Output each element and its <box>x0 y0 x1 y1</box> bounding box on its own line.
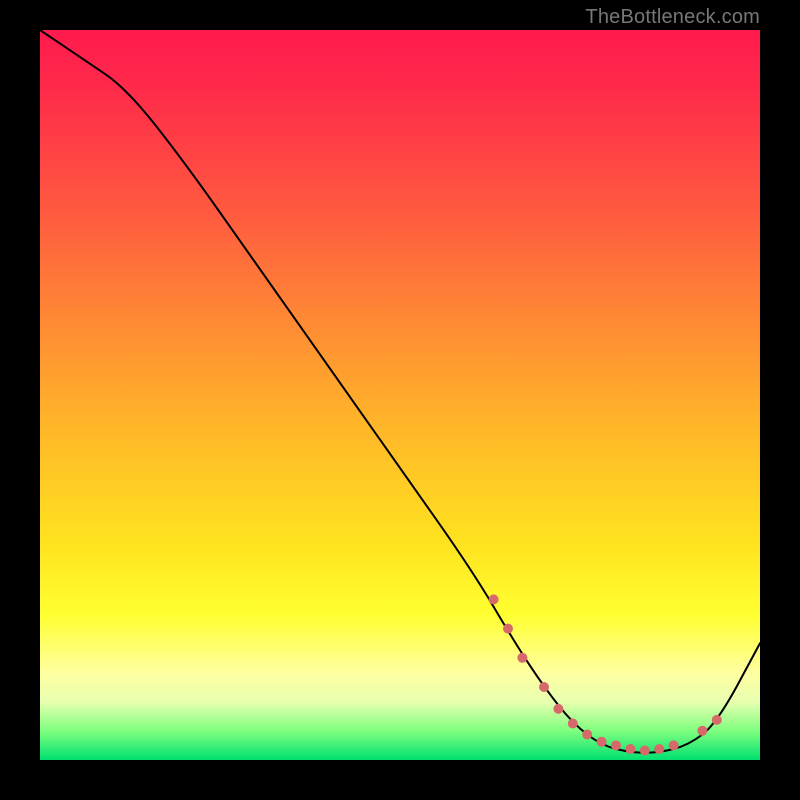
marker-dot <box>654 744 664 754</box>
marker-dot <box>517 653 527 663</box>
marker-dot <box>582 730 592 740</box>
plot-area <box>40 30 760 760</box>
marker-dot <box>503 624 513 634</box>
marker-dot <box>553 704 563 714</box>
marker-dot <box>712 715 722 725</box>
marker-group <box>489 594 722 755</box>
marker-dot <box>640 746 650 756</box>
attribution-text: TheBottleneck.com <box>585 6 760 29</box>
curve-line <box>40 30 760 753</box>
marker-dot <box>568 719 578 729</box>
marker-dot <box>625 744 635 754</box>
marker-dot <box>489 594 499 604</box>
marker-dot <box>611 740 621 750</box>
chart-svg <box>40 30 760 760</box>
marker-dot <box>597 737 607 747</box>
chart-frame: TheBottleneck.com <box>0 0 800 800</box>
marker-dot <box>539 682 549 692</box>
marker-dot <box>669 740 679 750</box>
marker-dot <box>697 726 707 736</box>
